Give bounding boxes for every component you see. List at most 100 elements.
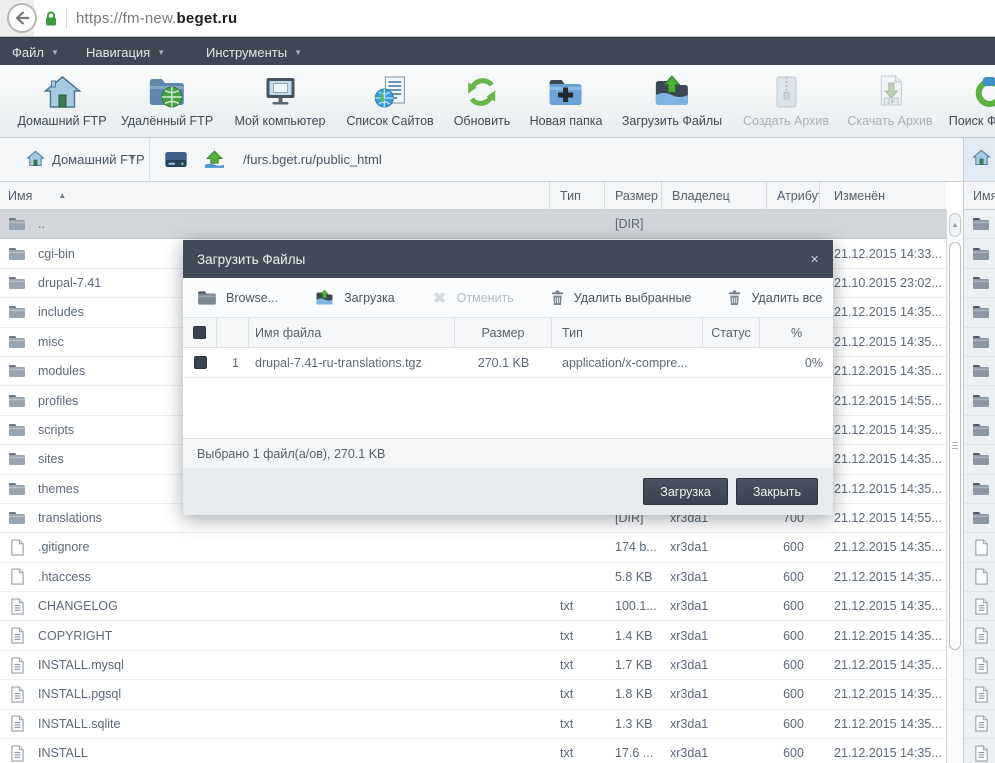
right-panel-column-name[interactable]: Имя (964, 182, 995, 210)
url-separator (66, 8, 67, 28)
close-icon[interactable]: × (810, 251, 819, 268)
folder-icon (8, 364, 26, 378)
file-row[interactable]: includes (964, 298, 995, 328)
dialog-column-status[interactable]: Статус (703, 318, 760, 347)
toolbar-button-sites-list[interactable]: Список Сайтов (346, 72, 434, 128)
dialog-column-percent[interactable]: % (760, 318, 833, 347)
new-folder-icon (546, 72, 586, 110)
file-row[interactable]: INSTALL.sqlite txt 1.3 KB xr3da1 600 21.12.20… (0, 709, 946, 740)
file-row[interactable]: INSTALL txt 17.6 ... xr3da1 600 21.12.2015 14… (0, 739, 946, 763)
toolbar-button-computer[interactable]: Мой компьютер (235, 72, 326, 128)
file-row[interactable]: .gitignore (964, 533, 995, 563)
download-archive-icon: ZIP (870, 72, 910, 110)
dialog-titlebar[interactable]: Загрузить Файлы × (183, 240, 833, 278)
up-level-icon[interactable] (203, 150, 226, 174)
dialog-button-удалить-все[interactable]: Удалить все (727, 289, 822, 306)
file-row[interactable]: INSTALL.mysql (964, 651, 995, 681)
dialog-table-headers: Имя файла Размер Тип Статус % (183, 318, 833, 348)
dialog-button-browse-[interactable]: Browse... (197, 290, 278, 306)
column-size[interactable]: Размер (605, 182, 662, 209)
menu-item-label: Файл (12, 44, 44, 60)
file-row[interactable]: INSTALL.pgsql (964, 680, 995, 710)
dialog-footer-button[interactable]: Закрыть (735, 478, 818, 505)
textfile-icon (972, 745, 990, 762)
column-modified[interactable]: Изменён (820, 182, 946, 209)
column-type[interactable]: Тип (550, 182, 605, 209)
dialog-button-загрузка[interactable]: Загрузка (314, 289, 395, 307)
file-checkbox[interactable] (193, 356, 207, 369)
column-attr[interactable]: Атрибут (767, 182, 820, 209)
file-row[interactable]: sites (964, 445, 995, 475)
toolbar-button-download-archive[interactable]: ZIP Скачать Архив (847, 72, 933, 128)
toolbar-button-home[interactable]: Домашний FTP (17, 72, 107, 128)
file-owner-cell: xr3da1 (670, 746, 709, 761)
dialog-button-отменить[interactable]: Отменить (431, 289, 514, 306)
file-row[interactable]: COPYRIGHT (964, 621, 995, 651)
toolbar-button-search[interactable]: Поиск Файлов (949, 72, 995, 128)
toolbar-button-upload-files[interactable]: Загрузить Файлы (622, 72, 722, 128)
dialog-column-filename[interactable]: Имя файла (249, 318, 455, 347)
file-size-cell: 17.6 ... (615, 746, 654, 761)
file-row[interactable]: cgi-bin (964, 239, 995, 269)
select-all-checkbox[interactable] (193, 326, 206, 339)
file-row[interactable]: translations (964, 504, 995, 534)
right-panel-path-bar[interactable] (964, 138, 995, 182)
file-row[interactable]: .htaccess 5.8 KB xr3da1 600 21.12.2015 14:35… (0, 562, 946, 593)
file-row[interactable]: INSTALL (964, 739, 995, 763)
toolbar-button-label: Домашний FTP (17, 114, 107, 128)
file-row[interactable]: themes (964, 475, 995, 504)
toolbar-button-label: Загрузить Файлы (621, 114, 723, 128)
file-modified-cell: 21.12.2015 14:35... (834, 746, 942, 761)
menu-item-2[interactable]: Навигация ▼ (86, 38, 165, 66)
create-archive-icon (766, 72, 806, 110)
file-row[interactable]: COPYRIGHT txt 1.4 KB xr3da1 600 21.12.2015 14… (0, 621, 946, 651)
file-row[interactable]: .. (964, 210, 995, 240)
home-icon (42, 72, 82, 110)
file-row[interactable]: modules (964, 357, 995, 387)
menu-item-1[interactable]: Файл ▼ (12, 38, 59, 66)
toolbar-button-create-archive[interactable]: Создать Архив (743, 72, 829, 128)
upload-file-type: application/x-compre... (562, 355, 688, 370)
dialog-footer-button[interactable]: Загрузка (643, 478, 728, 505)
dialog-button-label: Удалить все (751, 290, 823, 305)
file-attr-cell: 600 (783, 628, 804, 643)
file-attr-cell: 600 (783, 658, 804, 673)
disk-icon[interactable] (164, 151, 188, 173)
file-row[interactable]: drupal-7.41 (964, 269, 995, 299)
dialog-button-удалить-выбранные[interactable]: Удалить выбранные (550, 289, 692, 306)
upload-dialog: Загрузить Файлы × Browse... Загрузка Отмен… (183, 240, 833, 515)
scroll-up-button[interactable]: ▲ (949, 213, 961, 237)
file-row[interactable]: INSTALL.sqlite (964, 710, 995, 740)
url-bar[interactable]: https://fm-new.beget.ru (34, 0, 995, 36)
file-name: sites (38, 452, 64, 467)
menu-item-3[interactable]: Инструменты ▼ (206, 38, 302, 66)
upload-file-row[interactable]: 1 drupal-7.41-ru-translations.tgz 270.1 … (183, 348, 833, 378)
file-row[interactable]: INSTALL.mysql txt 1.7 KB xr3da1 600 21.12.201… (0, 650, 946, 681)
file-row[interactable]: INSTALL.pgsql txt 1.8 KB xr3da1 600 21.12.201… (0, 680, 946, 710)
file-row[interactable]: .htaccess (964, 563, 995, 593)
toolbar-button-refresh[interactable]: Обновить (454, 72, 510, 128)
file-row[interactable]: CHANGELOG txt 100.1... xr3da1 600 21.12.2015 … (0, 592, 946, 622)
file-row[interactable]: scripts (964, 416, 995, 446)
toolbar-button-label: Удалённый FTP (120, 114, 214, 128)
dialog-footer: Загрузка Закрыть (183, 468, 833, 515)
column-name[interactable]: Имя ▲ (0, 182, 550, 209)
file-row[interactable]: misc (964, 328, 995, 357)
file-name: includes (38, 305, 84, 320)
dialog-button-label: Удалить выбранные (573, 290, 692, 305)
dialog-column-type[interactable]: Тип (552, 318, 703, 347)
back-button[interactable] (7, 3, 37, 33)
dialog-column-size[interactable]: Размер (455, 318, 552, 347)
file-owner-cell: xr3da1 (670, 628, 709, 643)
file-row[interactable]: profiles (964, 386, 995, 416)
scroll-thumb[interactable] (949, 242, 961, 650)
toolbar-button-new-folder[interactable]: Новая папка (530, 72, 602, 128)
toolbar-button-remote-ftp[interactable]: Удалённый FTP (121, 72, 213, 128)
folder-icon (972, 482, 990, 496)
scrollbar[interactable]: ▲ (946, 210, 963, 763)
file-row[interactable]: CHANGELOG (964, 592, 995, 622)
column-owner[interactable]: Владелец (662, 182, 767, 209)
chevron-down-icon[interactable]: ▾ (130, 153, 135, 164)
file-row[interactable]: .gitignore 174 b... xr3da1 600 21.12.2015 14… (0, 533, 946, 563)
file-row[interactable]: .. [DIR] (0, 210, 946, 240)
